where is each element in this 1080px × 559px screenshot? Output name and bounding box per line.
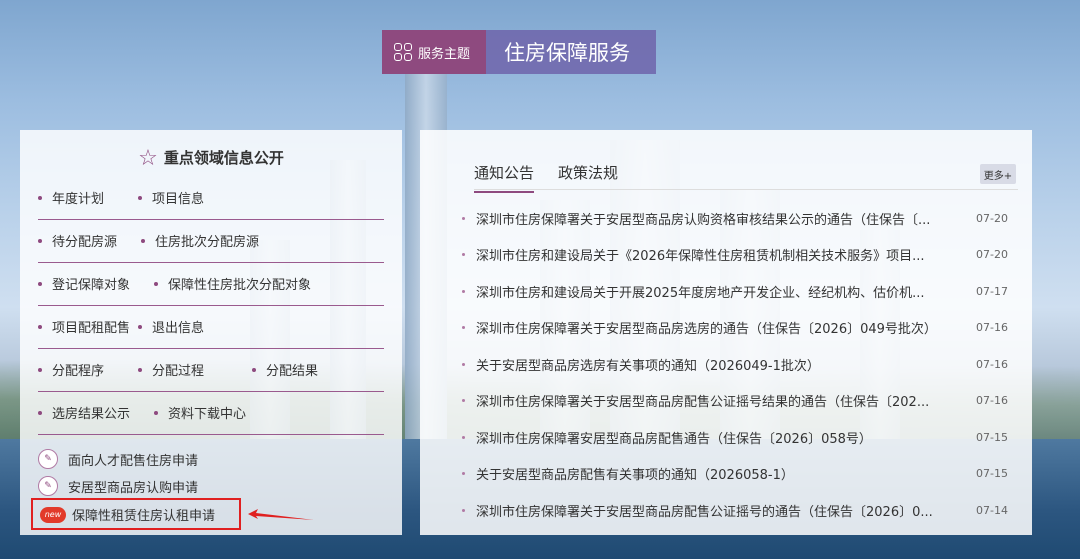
grid-icon — [394, 43, 412, 61]
service-theme-tag[interactable]: 服务主题 — [382, 30, 486, 74]
link-allocation-result[interactable]: 分配结果 — [252, 360, 318, 379]
news-item[interactable]: 关于安居型商品房配售有关事项的通知（2026058-1） 07-15 — [462, 455, 1022, 491]
news-date: 07-15 — [976, 466, 1008, 480]
bullet-icon — [462, 252, 465, 256]
bullet-icon — [462, 325, 465, 329]
category-row: 待分配房源 住房批次分配房源 — [38, 219, 384, 263]
bullet-icon — [462, 471, 465, 475]
news-date: 07-20 — [976, 247, 1008, 261]
key-areas-title-text: 重点领域信息公开 — [163, 149, 284, 167]
more-button[interactable]: 更多+ — [980, 164, 1016, 184]
application-link[interactable]: ✎ 安居型商品房认购申请 — [38, 476, 198, 496]
link-allocation-procedure[interactable]: 分配程序 — [38, 360, 138, 379]
service-theme-header: 服务主题 住房保障服务 — [382, 30, 656, 74]
news-date: 07-20 — [976, 211, 1008, 225]
news-title[interactable]: 深圳市住房和建设局关于《2026年保障性住房租赁机制相关技术服务》项目... — [476, 245, 958, 264]
link-pending-housing[interactable]: 待分配房源 — [38, 231, 141, 250]
bullet-icon — [462, 216, 465, 220]
news-item[interactable]: 深圳市住房保障署安居型商品房配售通告（住保告〔2026〕058号） 07-15 — [462, 419, 1022, 455]
news-date: 07-14 — [976, 503, 1008, 517]
link-registered-recipients[interactable]: 登记保障对象 — [38, 274, 154, 293]
category-row: 选房结果公示 资料下载中心 — [38, 391, 384, 435]
link-rental-sale[interactable]: 项目配租配售 — [38, 317, 138, 336]
link-download-center[interactable]: 资料下载中心 — [154, 403, 246, 422]
category-row: 年度计划 项目信息 — [38, 176, 384, 220]
news-date: 07-16 — [976, 357, 1008, 371]
page-title: 住房保障服务 — [486, 30, 656, 74]
apply-icon: ✎ — [38, 476, 58, 496]
link-selection-results[interactable]: 选房结果公示 — [38, 403, 154, 422]
star-icon: ☆ — [138, 146, 158, 171]
category-row: 分配程序 分配过程 分配结果 — [38, 348, 384, 392]
category-row: 登记保障对象 保障性住房批次分配对象 — [38, 262, 384, 306]
news-title[interactable]: 深圳市住房保障署关于安居型商品房认购资格审核结果公示的通告（住保告〔... — [476, 209, 958, 228]
news-panel: 通知公告 政策法规 更多+ 深圳市住房保障署关于安居型商品房认购资格审核结果公示… — [420, 130, 1032, 535]
link-annual-plan[interactable]: 年度计划 — [38, 188, 138, 207]
category-row: 项目配租配售 退出信息 — [38, 305, 384, 349]
application-label: 面向人才配售住房申请 — [68, 453, 199, 469]
news-item[interactable]: 深圳市住房保障署关于安居型商品房选房的通告（住保告〔2026〕049号批次） 0… — [462, 309, 1022, 345]
news-date: 07-15 — [976, 430, 1008, 444]
news-title[interactable]: 深圳市住房保障署安居型商品房配售通告（住保告〔2026〕058号） — [476, 428, 958, 447]
apply-icon: ✎ — [38, 449, 58, 469]
key-areas-panel: ☆ 重点领域信息公开 年度计划 项目信息 待分配房源 住房批次分配房源 登记保障对… — [20, 130, 402, 535]
bullet-icon — [462, 398, 465, 402]
arrow-annotation — [248, 509, 314, 520]
news-title[interactable]: 关于安居型商品房选房有关事项的通知（2026049-1批次） — [476, 355, 958, 374]
link-project-info[interactable]: 项目信息 — [138, 188, 204, 207]
link-allocation-process[interactable]: 分配过程 — [138, 360, 252, 379]
news-title[interactable]: 关于安居型商品房配售有关事项的通知（2026058-1） — [476, 464, 958, 483]
news-title[interactable]: 深圳市住房保障署关于安居型商品房配售公证摇号结果的通告（住保告〔202... — [476, 391, 958, 410]
bullet-icon — [462, 508, 465, 512]
news-title[interactable]: 深圳市住房保障署关于安居型商品房选房的通告（住保告〔2026〕049号批次） — [476, 318, 958, 337]
link-batch-recipients[interactable]: 保障性住房批次分配对象 — [154, 274, 311, 293]
news-title[interactable]: 深圳市住房和建设局关于开展2025年度房地产开发企业、经纪机构、估价机... — [476, 282, 958, 301]
news-date: 07-16 — [976, 320, 1008, 334]
news-item[interactable]: 深圳市住房保障署关于安居型商品房配售公证摇号结果的通告（住保告〔202... 0… — [462, 382, 1022, 418]
tab-divider — [474, 189, 1018, 190]
application-link[interactable]: ✎ 面向人才配售住房申请 — [38, 449, 198, 469]
link-exit-info[interactable]: 退出信息 — [138, 317, 204, 336]
news-date: 07-16 — [976, 393, 1008, 407]
service-theme-tag-label: 服务主题 — [418, 46, 471, 62]
news-date: 07-17 — [976, 284, 1008, 298]
link-batch-housing[interactable]: 住房批次分配房源 — [141, 231, 259, 250]
bullet-icon — [462, 289, 465, 293]
news-item[interactable]: 深圳市住房和建设局关于《2026年保障性住房租赁机制相关技术服务》项目... 0… — [462, 236, 1022, 272]
bullet-icon — [462, 362, 465, 366]
bullet-icon — [462, 435, 465, 439]
highlight-box — [31, 498, 241, 530]
key-areas-title: ☆ 重点领域信息公开 — [20, 146, 402, 171]
news-item[interactable]: 深圳市住房保障署关于安居型商品房配售公证摇号的通告（住保告〔2026〕0... … — [462, 492, 1022, 528]
news-item[interactable]: 关于安居型商品房选房有关事项的通知（2026049-1批次） 07-16 — [462, 346, 1022, 382]
application-label: 安居型商品房认购申请 — [68, 480, 199, 496]
news-item[interactable]: 深圳市住房和建设局关于开展2025年度房地产开发企业、经纪机构、估价机... 0… — [462, 273, 1022, 309]
news-item[interactable]: 深圳市住房保障署关于安居型商品房认购资格审核结果公示的通告（住保告〔... 07… — [462, 200, 1022, 236]
news-title[interactable]: 深圳市住房保障署关于安居型商品房配售公证摇号的通告（住保告〔2026〕0... — [476, 501, 958, 520]
